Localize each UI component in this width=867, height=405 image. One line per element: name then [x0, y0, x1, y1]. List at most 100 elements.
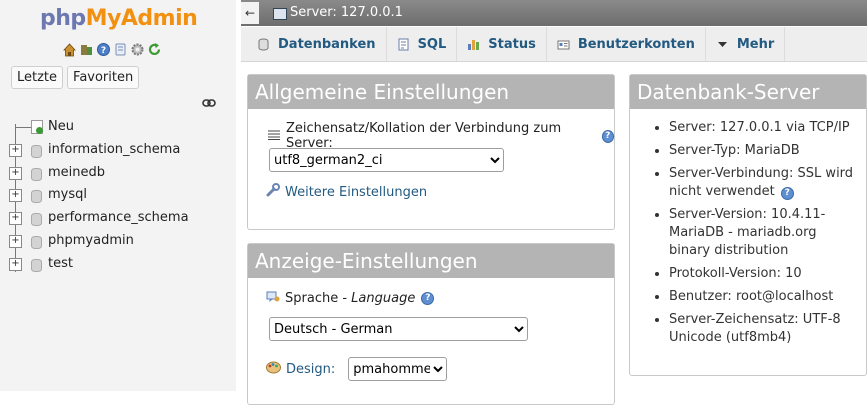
- logo-myadmin: MyAdmin: [85, 6, 198, 31]
- tree-item-label[interactable]: Neu: [48, 116, 74, 138]
- tree-item-label[interactable]: mysql: [48, 184, 87, 206]
- more-settings-link[interactable]: Weitere Einstellungen: [285, 185, 427, 200]
- home-icon[interactable]: [62, 42, 77, 57]
- language-separator: -: [338, 290, 352, 306]
- collation-row: Zeichensatz/Kollation der Verbindung zum…: [268, 121, 614, 151]
- dropdown-arrow-icon: [716, 38, 729, 51]
- tab-more[interactable]: Mehr: [706, 27, 786, 61]
- server-connection: Server-Verbindung: SSL wird nicht verwen…: [669, 165, 854, 201]
- server-icon: [273, 8, 287, 20]
- favorites-button[interactable]: Favoriten: [67, 66, 140, 89]
- tab-label: Benutzerkonten: [577, 36, 695, 52]
- content-area: Allgemeine Einstellungen Zeichensatz/Kol…: [241, 62, 867, 405]
- main-area: ← Server: 127.0.0.1 Datenbanken SQL Stat…: [241, 0, 867, 405]
- general-settings-title: Allgemeine Einstellungen: [248, 75, 614, 109]
- server-type: Server-Typ: MariaDB: [669, 142, 854, 160]
- database-server-panel: Datenbank-Server Server: 127.0.0.1 via T…: [629, 74, 867, 376]
- top-menu-tabs: Datenbanken SQL Status Benutzerkonten Me…: [241, 27, 867, 62]
- tab-sql[interactable]: SQL: [387, 27, 458, 61]
- expand-icon[interactable]: +: [9, 212, 22, 226]
- database-tree: Neu + information_schema + meinedb + mys…: [0, 116, 236, 276]
- language-row: Sprache - Language ?: [266, 289, 435, 307]
- tree-branch: [15, 127, 31, 128]
- logo-php: php: [40, 6, 86, 31]
- tree-item-meinedb[interactable]: + meinedb: [0, 162, 236, 185]
- expand-icon[interactable]: +: [9, 143, 22, 157]
- language-label-en: Language: [351, 290, 416, 306]
- tab-status[interactable]: Status: [457, 27, 547, 61]
- tree-item-new[interactable]: Neu: [0, 116, 236, 139]
- phpmyadmin-logo[interactable]: phpMyAdmin: [40, 6, 198, 31]
- nav-button-row: Letzte Favoriten: [11, 66, 140, 89]
- wrench-icon: [266, 183, 280, 201]
- server-charset: Server-Zeichensatz: UTF-8 Unicode (utf8m…: [669, 311, 854, 347]
- tree-item-performance-schema[interactable]: + performance_schema: [0, 207, 236, 230]
- settings-icon[interactable]: [130, 42, 145, 57]
- database-icon: [31, 258, 42, 272]
- database-icon: [31, 144, 42, 158]
- design-select[interactable]: pmahomme: [348, 357, 448, 381]
- general-settings-panel: Allgemeine Einstellungen Zeichensatz/Kol…: [247, 74, 615, 230]
- database-icon: [31, 167, 42, 181]
- docs-icon[interactable]: [113, 42, 128, 57]
- recent-button[interactable]: Letzte: [11, 66, 64, 89]
- database-icon: [31, 190, 42, 204]
- tree-item-label[interactable]: information_schema: [48, 139, 180, 161]
- tab-user-accounts[interactable]: Benutzerkonten: [547, 27, 706, 61]
- tree-item-label[interactable]: phpmyadmin: [48, 230, 134, 252]
- help-icon[interactable]: ?: [421, 291, 435, 305]
- help-icon[interactable]: ?: [96, 42, 111, 57]
- language-select[interactable]: Deutsch - German: [269, 317, 528, 341]
- tree-item-label[interactable]: performance_schema: [48, 207, 189, 229]
- display-settings-title: Anzeige-Einstellungen: [248, 244, 614, 278]
- tree-item-label[interactable]: meinedb: [48, 162, 105, 184]
- collation-label: Zeichensatz/Kollation der Verbindung zum…: [286, 121, 562, 151]
- protocol-version: Protokoll-Version: 10: [669, 265, 854, 283]
- server-connection-text: Server-Verbindung: SSL wird nicht verwen…: [669, 166, 854, 199]
- display-settings-panel: Anzeige-Einstellungen Sprache - Language…: [247, 243, 615, 405]
- expand-icon[interactable]: +: [9, 257, 22, 271]
- server-breadcrumb[interactable]: Server: 127.0.0.1: [290, 5, 403, 20]
- help-icon[interactable]: ?: [780, 187, 794, 200]
- tab-label: Status: [488, 36, 536, 52]
- database-icon: [31, 235, 42, 249]
- design-label[interactable]: Design:: [286, 362, 335, 377]
- nav-icon-bar: ?: [62, 42, 162, 57]
- collation-select[interactable]: utf8_german2_ci: [269, 148, 504, 172]
- sql-icon: [397, 38, 410, 51]
- tree-item-label[interactable]: test: [48, 253, 73, 275]
- help-icon[interactable]: ?: [601, 129, 614, 143]
- tab-label: Datenbanken: [278, 36, 376, 52]
- language-icon: [266, 289, 280, 307]
- database-icon: [31, 213, 42, 227]
- tab-databases[interactable]: Datenbanken: [241, 27, 387, 61]
- server-breadcrumb-bar: ← Server: 127.0.0.1: [241, 0, 867, 26]
- tree-item-mysql[interactable]: + mysql: [0, 184, 236, 207]
- tree-item-test[interactable]: + test: [0, 253, 236, 276]
- expand-icon[interactable]: +: [9, 234, 22, 248]
- expand-icon[interactable]: +: [9, 189, 22, 203]
- server-info-list: Server: 127.0.0.1 via TCP/IP Server-Typ:…: [630, 119, 866, 347]
- collapse-nav-button[interactable]: ←: [241, 2, 259, 24]
- server-host: Server: 127.0.0.1 via TCP/IP: [669, 119, 854, 137]
- link-chain-icon[interactable]: [202, 97, 216, 111]
- users-icon: [557, 38, 570, 51]
- expand-icon[interactable]: +: [9, 166, 22, 180]
- svg-text:?: ?: [101, 46, 106, 56]
- tree-item-phpmyadmin[interactable]: + phpmyadmin: [0, 230, 236, 253]
- server-version: Server-Version: 10.4.11-MariaDB - mariad…: [669, 206, 854, 260]
- status-icon: [467, 38, 480, 51]
- tab-label: Mehr: [736, 36, 775, 52]
- collation-icon: [268, 129, 280, 144]
- database-server-title: Datenbank-Server: [630, 75, 866, 109]
- db-icon[interactable]: [79, 42, 94, 57]
- more-settings-row: Weitere Einstellungen: [266, 183, 427, 201]
- reload-icon[interactable]: [147, 42, 162, 57]
- tree-item-information-schema[interactable]: + information_schema: [0, 139, 236, 162]
- navigation-panel: phpMyAdmin ? Letzte Favoriten Neu + info…: [0, 0, 236, 391]
- server-user: Benutzer: root@localhost: [669, 288, 854, 306]
- tab-label: SQL: [417, 36, 447, 52]
- language-label: Sprache: [285, 290, 339, 306]
- design-row: Design: pmahomme: [266, 357, 448, 381]
- palette-icon: [266, 361, 281, 378]
